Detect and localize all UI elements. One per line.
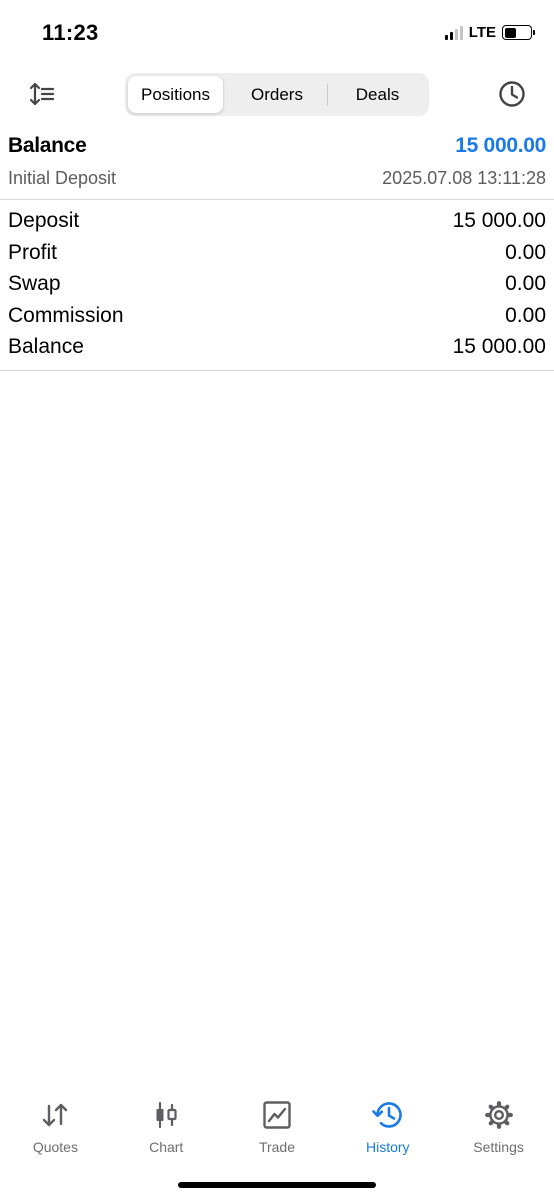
- quotes-icon: [39, 1099, 71, 1131]
- deal-comment: Initial Deposit: [8, 168, 117, 188]
- status-indicators: LTE: [444, 24, 535, 41]
- clock-icon: [499, 81, 525, 107]
- history-icon: [371, 1099, 404, 1131]
- summary-row-deposit: Deposit 15 000.00: [0, 206, 554, 238]
- summary-label: Profit: [8, 240, 58, 264]
- status-bar: 11:23 LTE: [0, 0, 554, 64]
- period-clock-button[interactable]: [496, 78, 528, 110]
- summary-value: 0.00: [505, 240, 546, 264]
- trade-chart-icon: [261, 1099, 293, 1131]
- deal-title: Balance: [8, 134, 87, 157]
- summary-value: 0.00: [505, 303, 546, 327]
- tab-orders[interactable]: Orders: [229, 76, 325, 113]
- status-time: 11:23: [42, 20, 99, 45]
- sort-icon: [29, 82, 55, 106]
- bottom-tab-bar: Quotes Chart Trade History Settings: [0, 1096, 554, 1166]
- tab-label: Quotes: [32, 1139, 78, 1155]
- summary-label: Swap: [8, 272, 61, 295]
- gear-icon: [483, 1099, 515, 1131]
- summary-row-commission: Commission 0.00: [0, 301, 554, 333]
- tab-settings[interactable]: Settings: [443, 1096, 554, 1166]
- network-type: LTE: [468, 24, 496, 41]
- summary-row-swap: Swap 0.00: [0, 269, 554, 301]
- battery-icon: [502, 25, 535, 40]
- summary-row-profit: Profit 0.00: [0, 238, 554, 270]
- cellular-signal-icon: [444, 25, 463, 40]
- summary-label: Balance: [8, 335, 84, 358]
- tab-label: History: [366, 1139, 410, 1155]
- sort-button[interactable]: [26, 80, 58, 108]
- deal-amount: 15 000.00: [455, 134, 546, 157]
- home-indicator[interactable]: [178, 1182, 376, 1188]
- battery-level: [504, 27, 516, 38]
- tab-label: Chart: [149, 1139, 184, 1155]
- summary-label: Deposit: [8, 209, 80, 232]
- toolbar: Positions Orders Deals: [0, 72, 554, 116]
- tab-history[interactable]: History: [332, 1096, 443, 1166]
- deal-datetime: 2025.07.08 13:11:28: [382, 168, 546, 188]
- summary-label: Commission: [8, 303, 124, 327]
- summary-row-balance: Balance 15 000.00: [0, 332, 554, 364]
- tab-positions[interactable]: Positions: [128, 76, 223, 113]
- tab-label: Settings: [473, 1139, 524, 1155]
- segment-divider: [327, 84, 328, 106]
- candlestick-icon: [150, 1099, 182, 1131]
- summary-value: 0.00: [505, 272, 546, 295]
- tab-label: Trade: [258, 1139, 296, 1155]
- balance-deal-row[interactable]: Balance 15 000.00 Initial Deposit 2025.0…: [0, 130, 554, 200]
- history-type-segmented-control: Positions Orders Deals: [125, 73, 429, 116]
- summary-value: 15 000.00: [452, 335, 546, 358]
- summary-value: 15 000.00: [452, 209, 546, 232]
- tab-quotes[interactable]: Quotes: [0, 1096, 111, 1166]
- summary-table: Deposit 15 000.00 Profit 0.00 Swap 0.00 …: [0, 206, 554, 371]
- tab-chart[interactable]: Chart: [111, 1096, 222, 1166]
- tab-trade[interactable]: Trade: [222, 1096, 333, 1166]
- tab-deals[interactable]: Deals: [329, 76, 426, 113]
